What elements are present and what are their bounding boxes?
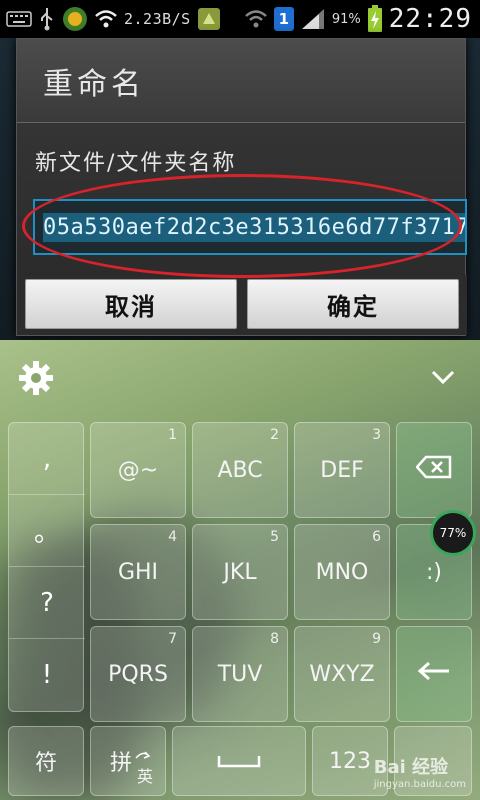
filename-input[interactable]: 05a530aef2d2c3e315316e6d77f37178 [33, 199, 467, 255]
battery-charging-icon [367, 5, 383, 33]
key-5[interactable]: 5 JKL [192, 524, 288, 620]
gear-icon[interactable] [18, 360, 54, 400]
pinyin-english-switch-key[interactable]: 拼 英 [90, 726, 166, 796]
backspace-icon [415, 455, 452, 485]
status-bar: 2.23B/S 1 91% 22:29 [0, 0, 480, 38]
wifi-signal-icon [244, 8, 268, 30]
usb-icon [38, 7, 56, 31]
dialog-header: 重命名 [17, 39, 465, 123]
watermark: Bai 经验 jingyan.baidu.com [373, 757, 466, 790]
app-notification-icon [62, 6, 88, 32]
floating-memory-badge[interactable]: 77% [430, 510, 476, 556]
rename-dialog: 重命名 新文件/文件夹名称 05a530aef2d2c3e315316e6d77… [16, 38, 467, 336]
ok-button[interactable]: 确定 [247, 279, 459, 329]
symbol-key-question[interactable]: ? [9, 567, 85, 639]
key-4[interactable]: 4 GHI [90, 524, 186, 620]
space-key[interactable] [172, 726, 306, 796]
key-7[interactable]: 7 PQRS [90, 626, 186, 722]
filename-selected-text[interactable]: 05a530aef2d2c3e315316e6d77f37178 [43, 212, 465, 242]
symbol-mode-key[interactable]: 符 [8, 726, 84, 796]
enter-arrow-icon [417, 661, 451, 687]
keyboard-toolbar [0, 340, 480, 418]
symbol-key-period[interactable]: 。 [9, 495, 85, 567]
key-1[interactable]: 1 @~ [90, 422, 186, 518]
key-2[interactable]: 2 ABC [192, 422, 288, 518]
app-notification-icon-2 [197, 7, 221, 31]
dialog-title: 重命名 [43, 66, 145, 102]
key-6[interactable]: 6 MNO [294, 524, 390, 620]
cell-signal-icon [300, 8, 326, 30]
enter-key[interactable] [396, 626, 472, 722]
key-3[interactable]: 3 DEF [294, 422, 390, 518]
battery-percent: 91% [331, 11, 361, 27]
field-label: 新文件/文件夹名称 [35, 151, 237, 176]
sim-badge: 1 [273, 7, 294, 31]
chevron-down-icon[interactable] [430, 368, 456, 390]
clock: 22:29 [388, 4, 472, 34]
key-8[interactable]: 8 TUV [192, 626, 288, 722]
english-sub-label: 英 [137, 767, 154, 786]
cancel-button[interactable]: 取消 [25, 279, 237, 329]
symbol-key-exclaim[interactable]: ! [9, 639, 85, 711]
symbol-key-comma[interactable]: , [9, 423, 85, 495]
space-icon [217, 749, 261, 774]
soft-keyboard: , 。 ? ! 1 @~ 2 ABC 3 DEF 4 GHI 5 JKL 6 MNO 7 PQ… [0, 340, 480, 800]
keyboard-icon [6, 10, 32, 28]
dialog-body: 新文件/文件夹名称 05a530aef2d2c3e315316e6d77f371… [17, 123, 467, 277]
dialog-buttons: 取消 确定 [17, 275, 467, 335]
wifi-icon [94, 9, 118, 29]
key-9[interactable]: 9 WXYZ [294, 626, 390, 722]
backspace-key[interactable] [396, 422, 472, 518]
network-speed: 2.23B/S [124, 10, 191, 28]
symbol-column: , 。 ? ! [8, 422, 85, 712]
